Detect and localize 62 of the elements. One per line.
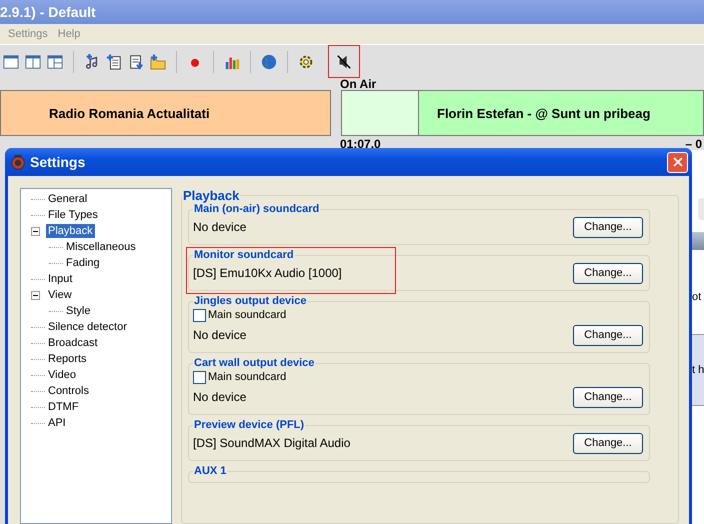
dialog-title: Settings (30, 154, 86, 170)
track-title: Radio Romania Actualitati (49, 106, 210, 120)
track-title: Florin Estefan - @ Sunt un pribeag (437, 106, 650, 120)
tree-item[interactable]: Style (64, 304, 92, 318)
window-title: 2.9.1) - Default (0, 0, 704, 24)
music-note-icon (84, 54, 100, 70)
tree-item[interactable]: Input (46, 272, 74, 286)
document-down-icon (128, 54, 144, 70)
tree-item[interactable]: Video (46, 368, 78, 382)
tree-item[interactable]: Controls (46, 384, 91, 398)
group-title: Jingles output device (193, 295, 308, 307)
tree-item[interactable]: Playback (46, 224, 95, 238)
text-fragment: t h (692, 363, 704, 377)
group-title: Preview device (PFL) (193, 419, 306, 431)
collapse-toggle[interactable] (31, 226, 40, 236)
change-button[interactable]: Change... (573, 386, 643, 408)
toolbar-button[interactable] (328, 45, 360, 78)
tree-item[interactable]: Miscellaneous (64, 240, 138, 254)
device-name: No device (193, 220, 246, 234)
change-button[interactable]: Change... (573, 262, 643, 284)
tree-item[interactable]: Fading (64, 256, 102, 270)
group-title: Cart wall output device (193, 357, 316, 369)
change-button[interactable]: Change... (573, 432, 643, 454)
tree-item[interactable]: File Types (46, 208, 100, 222)
columns-icon (25, 54, 41, 70)
on-air-label: On Air (340, 77, 376, 91)
window-icon (3, 54, 19, 70)
change-button[interactable]: Change... (573, 216, 643, 238)
folder-add-icon (150, 54, 166, 70)
muted-speaker-icon (336, 54, 352, 70)
collapse-toggle[interactable] (31, 290, 40, 300)
checkbox[interactable] (193, 308, 206, 322)
tree-item[interactable]: View (46, 288, 74, 302)
remaining-time: – 0 (685, 136, 703, 150)
text-fragment: ot (692, 290, 702, 304)
group-title: AUX 1 (193, 465, 228, 477)
device-name: [DS] SoundMAX Digital Audio (193, 436, 350, 450)
speaker-icon (10, 154, 26, 170)
elapsed-time: 01:07.0 (340, 136, 381, 150)
change-button[interactable]: Change... (573, 324, 643, 346)
header-bar (692, 232, 704, 250)
group-title: Main (on-air) soundcard (193, 203, 320, 215)
section-title: Playback (182, 188, 240, 203)
device-name: No device (193, 328, 246, 342)
tree-item[interactable]: Reports (46, 352, 89, 366)
device-name: [DS] Emu10Kx Audio [1000] (193, 266, 342, 280)
device-name: No device (193, 390, 246, 404)
tree-item[interactable]: Broadcast (46, 336, 100, 350)
document-add-icon (106, 54, 122, 70)
checkbox-label: Main soundcard (208, 309, 286, 321)
panes-icon (47, 54, 63, 70)
checkbox[interactable] (193, 370, 206, 384)
globe-icon (261, 54, 277, 70)
tree-item[interactable]: Silence detector (46, 320, 129, 334)
gear-icon (298, 54, 314, 70)
tree-item[interactable]: DTMF (46, 400, 81, 414)
close-button[interactable] (667, 152, 688, 172)
checkbox-label: Main soundcard (208, 371, 286, 383)
tree-item[interactable]: General (46, 192, 90, 206)
close-icon (670, 155, 684, 169)
tree-item[interactable]: API (46, 416, 68, 430)
group-title: Monitor soundcard (193, 249, 295, 261)
